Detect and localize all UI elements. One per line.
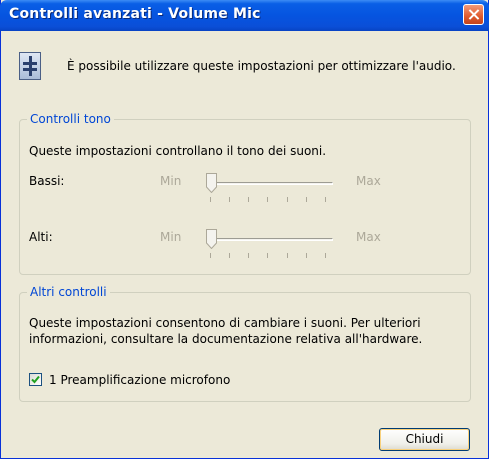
close-button[interactable]: Chiudi — [379, 428, 470, 451]
mic-boost-checkbox[interactable] — [29, 373, 42, 386]
tick-mark — [267, 197, 268, 202]
intro-text: È possibile utilizzare queste impostazio… — [67, 59, 456, 73]
tick-mark — [229, 197, 230, 202]
treble-slider-thumb-icon[interactable] — [206, 229, 217, 249]
title-bar[interactable]: Controlli avanzati - Volume Mic — [0, 0, 489, 31]
treble-slider-track[interactable] — [207, 238, 333, 241]
other-controls-description-line2: informazioni, consultare la documentazio… — [29, 332, 423, 346]
bass-min-label: Min — [160, 174, 182, 188]
window-title: Controlli avanzati - Volume Mic — [9, 6, 261, 22]
tick-mark — [287, 253, 288, 258]
tone-controls-description: Queste impostazioni controllano il tono … — [29, 144, 327, 158]
treble-min-label: Min — [160, 230, 182, 244]
treble-max-label: Max — [356, 230, 381, 244]
treble-label: Alti: — [29, 230, 53, 244]
tick-mark — [287, 197, 288, 202]
info-icon — [19, 52, 41, 80]
checkmark-icon — [31, 375, 40, 384]
bass-slider-ticks — [207, 197, 333, 203]
other-controls-legend: Altri controlli — [27, 285, 110, 299]
tick-mark — [248, 253, 249, 258]
tick-mark — [306, 197, 307, 202]
tick-mark — [306, 253, 307, 258]
tick-mark — [229, 253, 230, 258]
bass-slider-track[interactable] — [207, 182, 333, 185]
tick-mark — [267, 253, 268, 258]
bass-slider-thumb-icon[interactable] — [206, 173, 217, 193]
other-controls-description-line1: Queste impostazioni consentono di cambia… — [29, 316, 421, 330]
mic-boost-label[interactable]: 1 Preamplificazione microfono — [49, 373, 230, 387]
tick-mark — [210, 253, 211, 258]
bass-max-label: Max — [356, 174, 381, 188]
advanced-controls-dialog: Controlli avanzati - Volume Mic È possib… — [0, 0, 489, 459]
tick-mark — [210, 197, 211, 202]
bass-label: Bassi: — [29, 174, 65, 188]
tick-mark — [325, 253, 326, 258]
close-icon[interactable] — [463, 4, 484, 25]
tick-mark — [248, 197, 249, 202]
tick-mark — [325, 197, 326, 202]
treble-slider-ticks — [207, 253, 333, 259]
tone-controls-legend: Controlli tono — [27, 112, 114, 126]
